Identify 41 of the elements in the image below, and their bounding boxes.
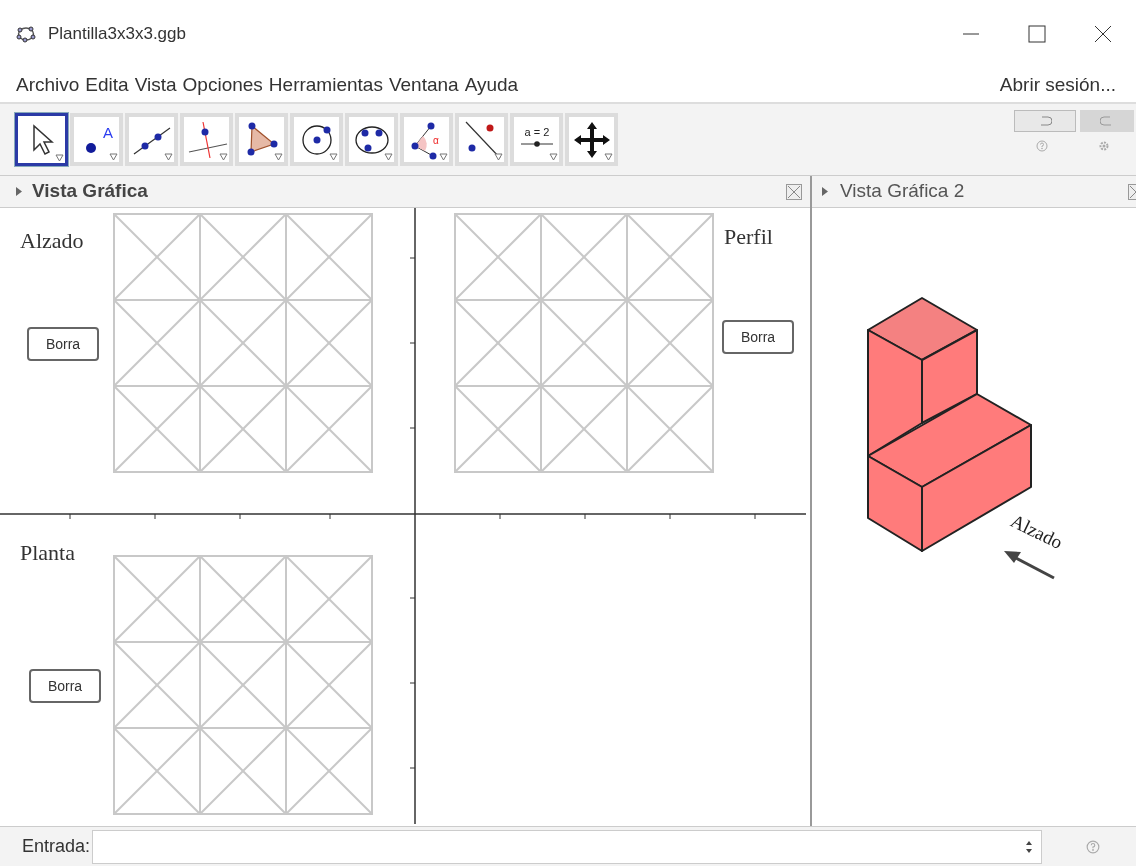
dropdown-triangle-icon [384, 153, 393, 161]
view-label: Alzado [20, 227, 84, 255]
erase-button[interactable]: Borra [722, 320, 794, 354]
dropdown-triangle-icon [604, 153, 613, 161]
menu-item[interactable]: Herramientas [268, 70, 383, 100]
spinner-arrows-icon[interactable] [1025, 839, 1034, 854]
sign-in-link[interactable]: Abrir sesión... [999, 70, 1120, 100]
input-label: Entrada: [22, 835, 91, 858]
view-label: Planta [20, 539, 75, 567]
close-icon[interactable] [1094, 25, 1112, 43]
window-title: Plantilla3x3x3.ggb [48, 23, 186, 46]
dropdown-triangle-icon [55, 154, 64, 162]
panel-title: Vista Gráfica 2 [840, 179, 965, 204]
dropdown-triangle-icon [494, 153, 503, 161]
erase-button[interactable]: Borra [27, 327, 99, 361]
dropdown-triangle-icon [164, 153, 173, 161]
tool-button[interactable] [15, 113, 68, 166]
input-field[interactable] [92, 829, 1043, 864]
redo-icon [1100, 116, 1114, 126]
menu-item[interactable]: Vista [134, 70, 177, 100]
menu-item[interactable]: Edita [85, 70, 129, 100]
collapse-triangle-icon[interactable] [822, 187, 828, 196]
view-label: Perfil [724, 223, 773, 251]
menu-item[interactable]: Archivo [16, 70, 80, 100]
dropdown-triangle-icon [219, 153, 228, 161]
dropdown-triangle-icon [109, 153, 118, 161]
undo-icon [1038, 116, 1052, 126]
maximize-icon[interactable] [1028, 25, 1046, 43]
collapse-triangle-icon[interactable] [16, 187, 22, 196]
menu-item[interactable]: Opciones [182, 70, 263, 100]
dropdown-triangle-icon [329, 153, 338, 161]
menu-item[interactable]: Ventana [388, 70, 459, 100]
panel-title: Vista Gráfica [32, 179, 148, 204]
menu-item[interactable]: Ayuda [464, 70, 519, 100]
app-logo-icon [16, 24, 36, 44]
dropdown-triangle-icon [549, 153, 558, 161]
erase-button[interactable]: Borra [29, 669, 101, 703]
dropdown-triangle-icon [439, 153, 448, 161]
direction-label: Alzado [1007, 510, 1066, 553]
direction-arrow [1004, 551, 1055, 580]
dropdown-triangle-icon [274, 153, 283, 161]
